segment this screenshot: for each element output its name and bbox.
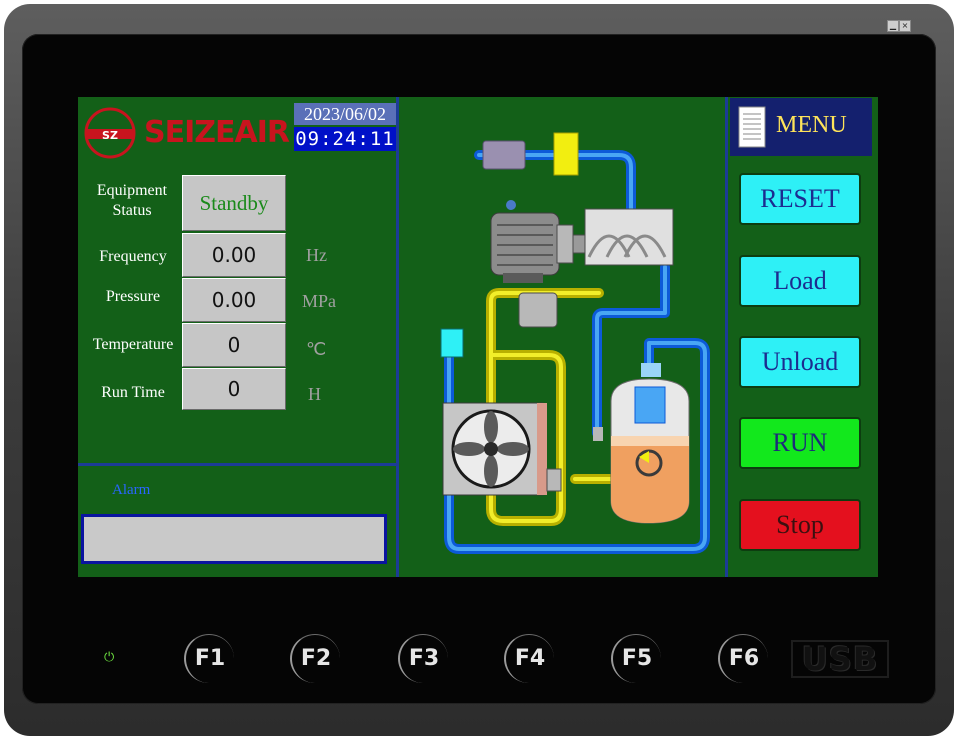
frequency-value: 0.00 <box>182 233 286 277</box>
equipment-status-value: Standby <box>182 175 286 231</box>
f6-key[interactable]: F6 <box>718 634 768 683</box>
divider-alarm <box>78 463 398 466</box>
document-icon <box>738 106 766 148</box>
load-button[interactable]: Load <box>739 255 861 307</box>
usb-port[interactable]: USB <box>791 640 889 678</box>
f3-key[interactable]: F3 <box>398 634 448 683</box>
runtime-unit: H <box>308 384 321 404</box>
date-display: 2023/06/02 <box>294 103 396 125</box>
frequency-unit: Hz <box>306 245 327 265</box>
pressure-label: Pressure <box>105 288 161 305</box>
runtime-label: Run Time <box>101 384 165 401</box>
f4-key[interactable]: F4 <box>504 634 554 683</box>
pressure-unit: MPa <box>302 291 337 311</box>
alarm-label: Alarm <box>112 482 151 498</box>
minimize-icon[interactable]: ▁ <box>887 20 899 32</box>
f5-key[interactable]: F5 <box>611 634 661 683</box>
close-icon[interactable]: × <box>899 20 911 32</box>
brand-logo-icon: SZ <box>84 107 136 159</box>
f2-key[interactable]: F2 <box>290 634 340 683</box>
hmi-screen: SZ SEIZEAIR 2023/06/02 09:24:11 Equipmen… <box>78 97 878 577</box>
temperature-value: 0 <box>182 323 286 367</box>
temperature-label: Temperature <box>92 336 174 353</box>
f1-key[interactable]: F1 <box>184 634 234 683</box>
stop-button[interactable]: Stop <box>739 499 861 551</box>
alarm-message-box <box>81 514 387 564</box>
frequency-label: Frequency <box>99 248 167 265</box>
compressor-schematic <box>440 132 710 554</box>
divider-right <box>725 97 728 577</box>
temperature-unit: ℃ <box>306 339 327 359</box>
menu-label: MENU <box>776 112 847 138</box>
svg-text:SZ: SZ <box>102 129 118 142</box>
brand-logo: SZ SEIZEAIR <box>82 103 292 161</box>
runtime-value: 0 <box>182 368 286 410</box>
pressure-value: 0.00 <box>182 278 286 322</box>
power-icon: ⏻ <box>104 650 115 665</box>
unload-button[interactable]: Unload <box>739 336 861 388</box>
menu-button[interactable]: MENU <box>730 98 872 156</box>
time-display: 09:24:11 <box>294 127 396 151</box>
equipment-status-label: Equipment Status <box>96 182 168 219</box>
brand-name: SEIZEAIR <box>144 115 290 150</box>
reset-button[interactable]: RESET <box>739 173 861 225</box>
run-button[interactable]: RUN <box>739 417 861 469</box>
